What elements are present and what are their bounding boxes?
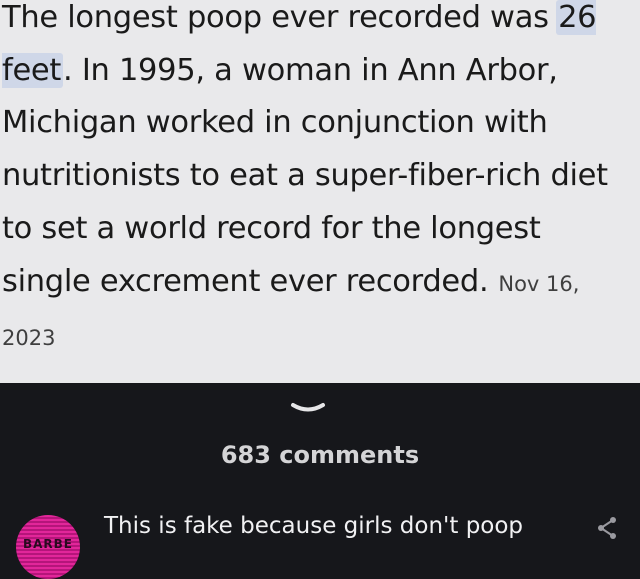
share-icon [598, 517, 616, 539]
chevron-down-icon [291, 403, 325, 412]
snippet-text-after: . In 1995, a woman in Ann Arbor, Michiga… [2, 52, 608, 299]
snippet-text: The longest poop ever recorded was 26 fe… [2, 0, 638, 365]
search-snippet-card: The longest poop ever recorded was 26 fe… [0, 0, 640, 383]
comments-section: 683 comments BARBE This is fake because … [0, 383, 640, 579]
share-button[interactable] [594, 515, 620, 541]
collapse-button[interactable] [288, 401, 328, 421]
snippet-text-before: The longest poop ever recorded was [2, 0, 559, 35]
comment-text: This is fake because girls don't poop [104, 513, 524, 539]
comments-count: 683 comments [220, 441, 420, 469]
avatar[interactable]: BARBE [16, 515, 80, 579]
